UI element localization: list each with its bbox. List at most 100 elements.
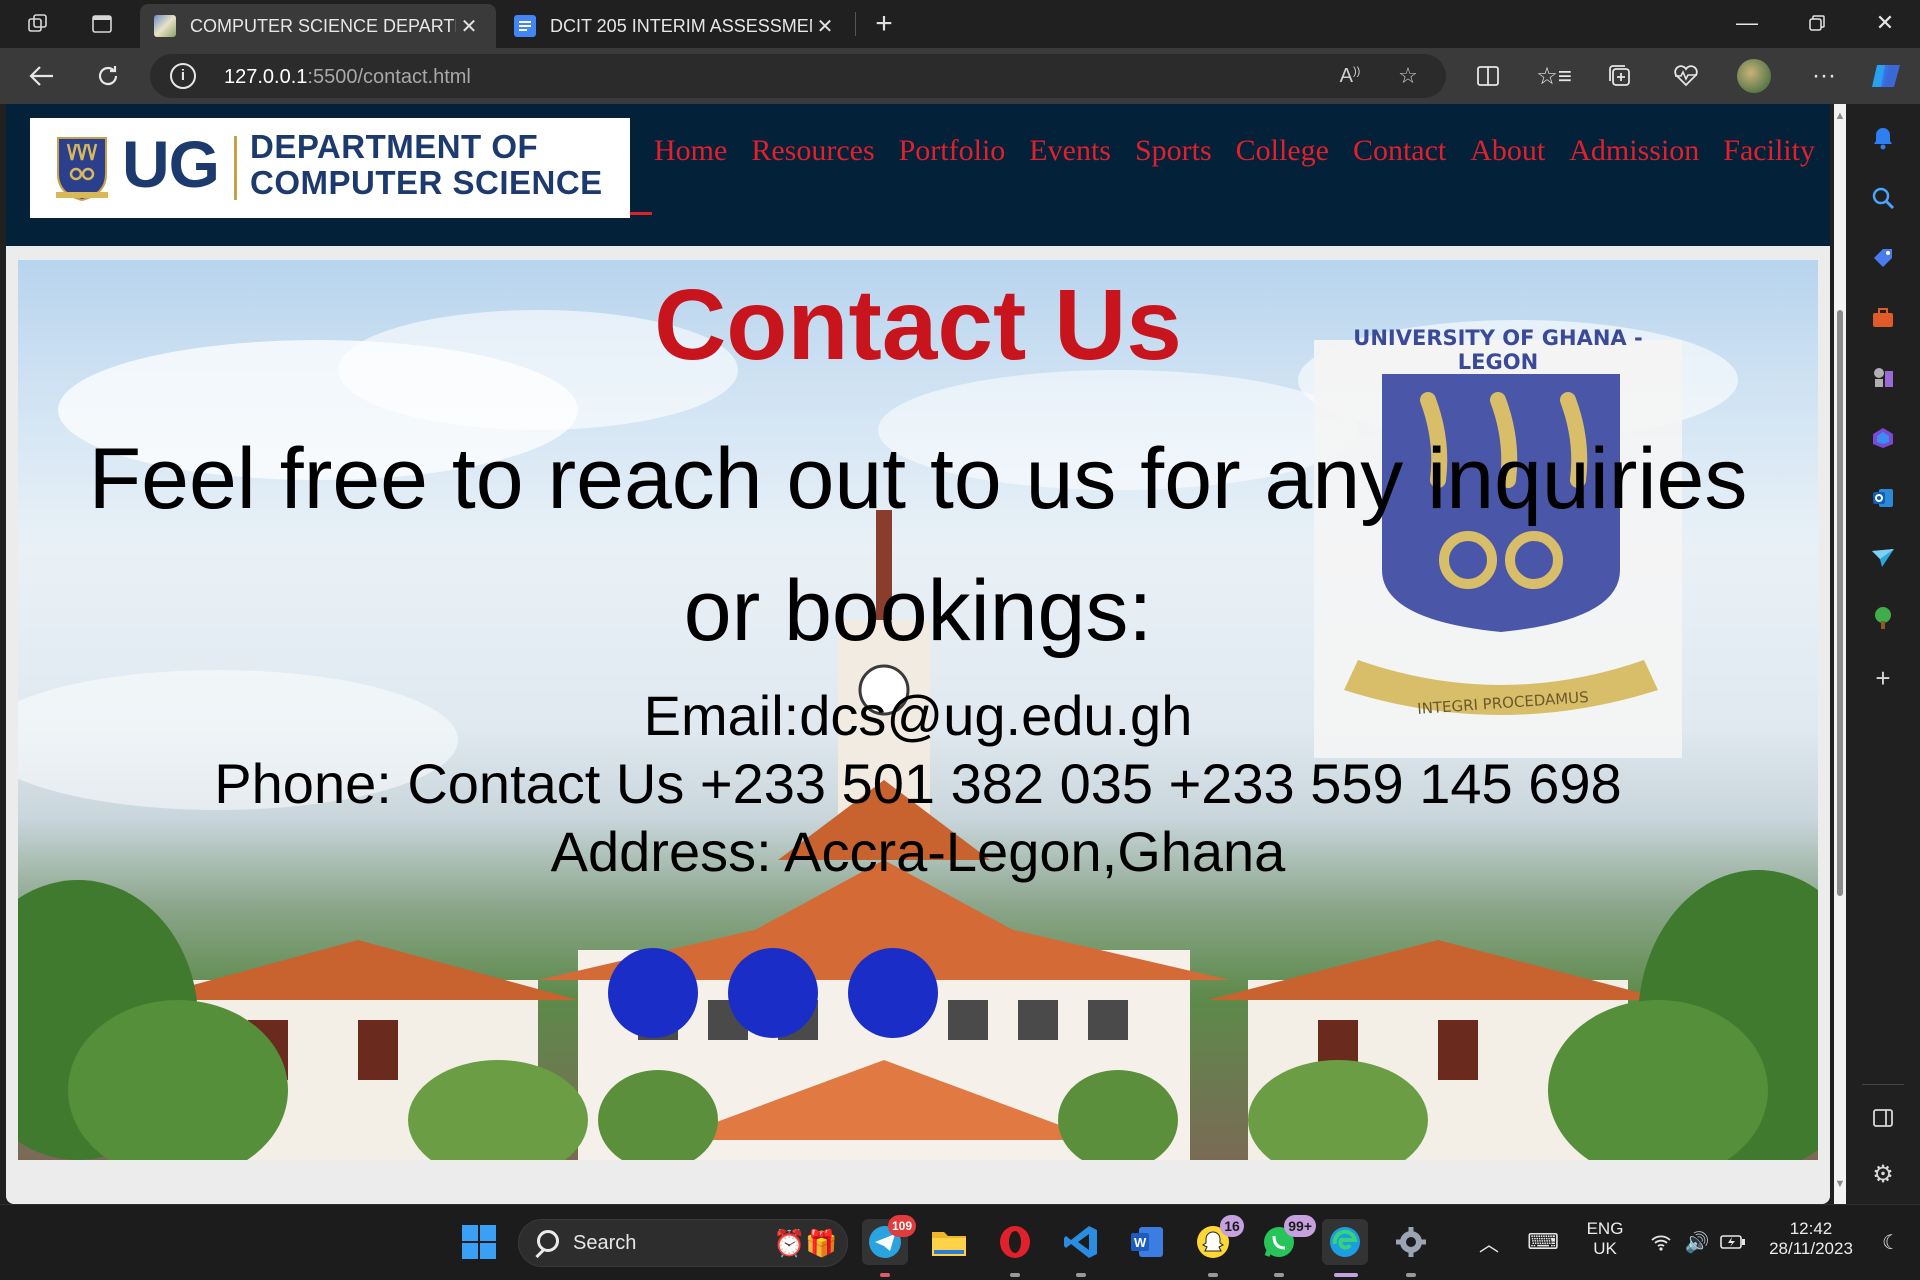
sidebar-settings-gear-icon[interactable]: ⚙ (1867, 1158, 1899, 1190)
browser-essentials-icon[interactable] (1666, 56, 1706, 96)
new-tab-icon[interactable]: + (866, 7, 902, 40)
running-indicator (1076, 1273, 1086, 1277)
show-hidden-icons-chevron-icon[interactable]: ︿ (1466, 1219, 1512, 1265)
social-link-dot[interactable] (608, 948, 698, 1038)
tab-separator (855, 12, 856, 36)
collections-icon[interactable] (1600, 56, 1640, 96)
docs-favicon (514, 15, 536, 37)
keyboard-icon[interactable]: ⌨ (1520, 1219, 1566, 1265)
word-icon[interactable]: W (1124, 1219, 1170, 1265)
copilot-designer-icon[interactable] (1867, 422, 1899, 454)
nav-resources[interactable]: Resources (751, 134, 874, 168)
hide-sidebar-icon[interactable] (1867, 1102, 1899, 1134)
edge-taskbar-icon[interactable] (1322, 1219, 1368, 1265)
more-options-icon[interactable]: ··· (1804, 56, 1844, 96)
scroll-down-icon[interactable]: ▼ (1834, 1178, 1846, 1190)
search-icon (537, 1230, 559, 1252)
running-indicator (1274, 1273, 1284, 1277)
ug-logo-text: UG (122, 127, 220, 201)
page-title: Contact Us (654, 269, 1182, 381)
tab-dcit-205[interactable]: DCIT 205 INTERIM ASSESSMENT ✕ (500, 4, 852, 48)
contact-phone[interactable]: Phone: Contact Us +233 501 382 035 +233 … (18, 751, 1818, 816)
tab-actions-icon[interactable] (84, 8, 120, 40)
windows-taskbar: Search ⏰ 🎁 109 W 16 99+ ︿ ⌨ ENG UK 🔊 12:… (0, 1204, 1920, 1280)
restore-icon[interactable] (1782, 4, 1852, 42)
edge-sidebar: + ⚙ (1846, 104, 1920, 1204)
vscode-icon[interactable] (1058, 1219, 1104, 1265)
url-host: 127.0.0.1 (224, 66, 308, 88)
read-aloud-icon[interactable]: A)) (1332, 60, 1368, 92)
tools-briefcase-icon[interactable] (1867, 302, 1899, 334)
nav-sports[interactable]: Sports (1135, 134, 1212, 168)
scrollbar-thumb[interactable] (1837, 310, 1843, 896)
url-text[interactable]: 127.0.0.1:5500/contact.html (224, 66, 471, 89)
logo-divider (234, 136, 237, 200)
back-arrow-icon[interactable] (22, 56, 62, 96)
clock-date: 28/11/2023 (1769, 1239, 1853, 1258)
opera-icon[interactable] (992, 1219, 1038, 1265)
browser-toolbar: i 127.0.0.1:5500/contact.html A)) ☆ ☆≡ ·… (0, 48, 1920, 104)
workspaces-icon[interactable] (20, 8, 56, 40)
running-indicator (1208, 1273, 1218, 1277)
department-logo[interactable]: UG DEPARTMENT OF COMPUTER SCIENCE (30, 118, 630, 218)
tree-icon[interactable] (1867, 602, 1899, 634)
send-icon[interactable] (1867, 542, 1899, 574)
contact-intro-line1: Feel free to reach out to us for any inq… (88, 431, 1748, 527)
tab-computer-science[interactable]: COMPUTER SCIENCE DEPARTME ✕ (140, 4, 496, 48)
snapchat-badge: 16 (1220, 1215, 1244, 1237)
nav-portfolio[interactable]: Portfolio (899, 134, 1006, 168)
running-indicator (1010, 1273, 1020, 1277)
social-link-dot[interactable] (848, 948, 938, 1038)
favorites-icon[interactable]: ☆≡ (1534, 56, 1574, 96)
outlook-icon[interactable] (1867, 482, 1899, 514)
nav-events[interactable]: Events (1029, 134, 1111, 168)
language-indicator[interactable]: ENG UK (1580, 1219, 1630, 1259)
url-path: :5500/contact.html (307, 66, 471, 88)
nav-about[interactable]: About (1470, 134, 1545, 168)
shopping-tag-icon[interactable] (1867, 242, 1899, 274)
scroll-up-icon[interactable]: ▲ (1834, 110, 1846, 122)
nav-home[interactable]: Home (654, 134, 727, 168)
minimize-icon[interactable]: — (1712, 4, 1782, 42)
nav-contact[interactable]: Contact (1353, 134, 1446, 168)
add-sidebar-app-icon[interactable]: + (1867, 662, 1899, 694)
favorite-star-icon[interactable]: ☆ (1390, 60, 1426, 92)
settings-gear-icon[interactable] (1388, 1219, 1434, 1265)
notifications-moon-icon[interactable]: ☾ (1868, 1219, 1914, 1265)
social-link-dot[interactable] (728, 948, 818, 1038)
nav-college[interactable]: College (1236, 134, 1329, 168)
ug-crest-small-icon (56, 137, 108, 202)
close-tab-icon[interactable]: ✕ (812, 14, 838, 39)
split-screen-icon[interactable] (1468, 56, 1508, 96)
notification-bell-icon[interactable] (1867, 122, 1899, 154)
copilot-icon[interactable] (1866, 56, 1906, 96)
profile-avatar-icon[interactable] (1734, 56, 1774, 96)
active-indicator (1334, 1273, 1358, 1277)
running-indicator (1406, 1273, 1416, 1277)
games-chess-icon[interactable] (1867, 362, 1899, 394)
contact-email[interactable]: Email:dcs@ug.edu.gh (18, 683, 1818, 748)
snapchat-icon[interactable]: 16 (1190, 1215, 1244, 1265)
telegram-taskbar-icon[interactable]: 109 (862, 1215, 916, 1265)
search-icon[interactable] (1867, 182, 1899, 214)
page-scrollbar[interactable]: ▲ ▼ (1834, 104, 1846, 1204)
refresh-icon[interactable] (88, 56, 128, 96)
site-info-icon[interactable]: i (170, 63, 196, 89)
taskbar-search[interactable]: Search ⏰ 🎁 (518, 1219, 848, 1267)
language-region: UK (1593, 1239, 1617, 1258)
running-indicator (880, 1273, 890, 1277)
close-tab-icon[interactable]: ✕ (456, 14, 482, 39)
whatsapp-icon[interactable]: 99+ (1256, 1215, 1316, 1265)
address-bar[interactable]: i 127.0.0.1:5500/contact.html A)) ☆ (150, 54, 1446, 98)
site-favicon (154, 15, 176, 37)
taskbar-search-label: Search (573, 1232, 637, 1254)
alarm-clock-icon: ⏰ (773, 1228, 806, 1258)
windows-start-icon[interactable] (456, 1219, 502, 1265)
battery-icon[interactable] (1710, 1219, 1756, 1265)
file-explorer-icon[interactable] (926, 1219, 972, 1265)
contact-intro-line2: or bookings: (683, 563, 1153, 659)
clock[interactable]: 12:42 28/11/2023 (1756, 1219, 1866, 1259)
nav-admission[interactable]: Admission (1569, 134, 1699, 168)
close-window-icon[interactable]: ✕ (1850, 4, 1920, 42)
nav-facility[interactable]: Facility (1723, 134, 1815, 168)
